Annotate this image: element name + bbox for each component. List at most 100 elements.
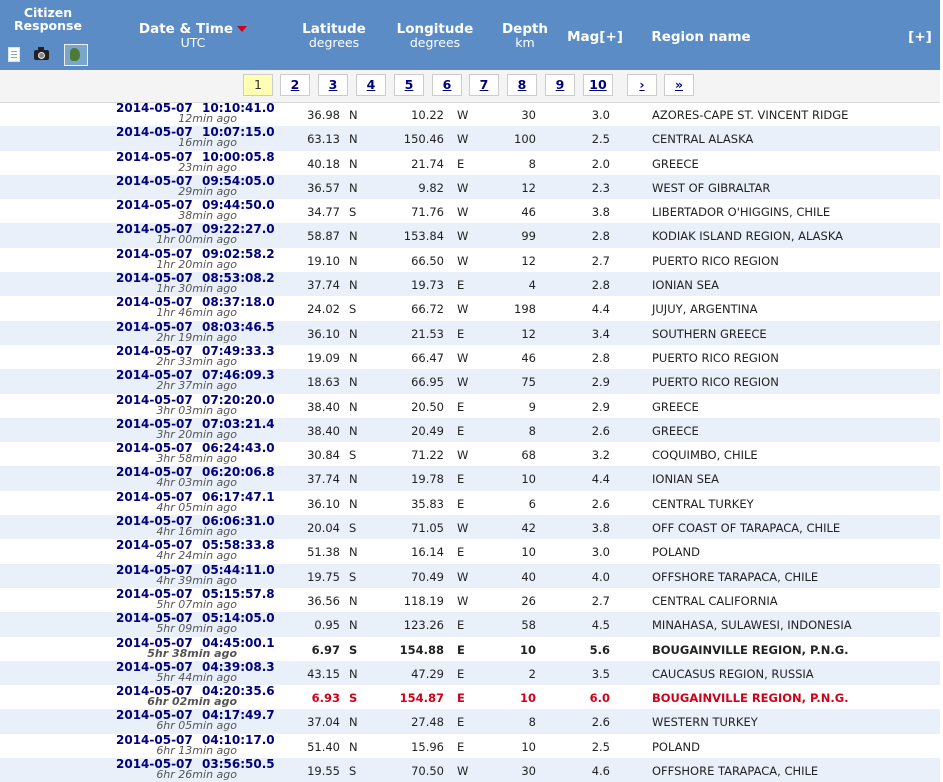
north-south: N: [349, 496, 358, 511]
longitude-value: 19.78: [411, 472, 444, 487]
depth-value: 46: [521, 205, 536, 220]
magnitude-value: 4.4: [591, 472, 610, 487]
next-page-button[interactable]: ›: [627, 74, 657, 96]
region-name: KODIAK ISLAND REGION, ALASKA: [652, 229, 844, 244]
latitude-value: 36.10: [307, 496, 340, 511]
table-row[interactable]: 2014-05-07 08:53:08.2 1hr 30min ago 37.74 N 1…: [0, 272, 940, 297]
expand-columns-button[interactable]: [+]: [900, 30, 940, 44]
page-button-4[interactable]: 4: [356, 74, 386, 96]
table-row[interactable]: 2014-05-07 08:37:18.0 1hr 46min ago 24.02 S 6…: [0, 296, 940, 320]
table-row[interactable]: 2014-05-07 07:49:33.3 2hr 33min ago 19.09 N 6…: [0, 344, 940, 369]
latitude-value: 38.40: [307, 399, 340, 414]
page-button-9[interactable]: 9: [545, 74, 575, 96]
page-button-10[interactable]: 10: [583, 74, 613, 96]
depth-value: 30: [521, 764, 536, 779]
table-row[interactable]: 2014-05-07 08:03:46.5 2hr 19min ago 36.10 N 2…: [0, 320, 940, 345]
magnitude-value: 4.6: [591, 764, 610, 779]
longitude-value: 21.53: [411, 326, 444, 341]
longitude-value: 70.50: [411, 764, 444, 779]
time-ago: 4hr 05min ago: [156, 500, 237, 514]
sort-desc-icon[interactable]: [237, 26, 248, 32]
page-button-7[interactable]: 7: [469, 74, 499, 96]
north-south: N: [349, 180, 358, 195]
table-row[interactable]: 2014-05-07 04:20:35.6 6hr 02min ago 6.93 S 15…: [0, 685, 940, 709]
time-ago: 4hr 24min ago: [156, 549, 237, 563]
table-row[interactable]: 2014-05-07 09:02:58.2 1hr 20min ago 19.10 N 6…: [0, 247, 940, 272]
datetime-column-header[interactable]: Date & Time UTC: [130, 22, 256, 50]
time-ago: 5hr 07min ago: [156, 597, 237, 611]
page-button-5[interactable]: 5: [394, 74, 424, 96]
north-south: S: [349, 764, 357, 779]
magnitude-value: 3.0: [591, 545, 610, 560]
longitude-value: 20.50: [411, 399, 444, 414]
magnitude-column-header[interactable]: Mag[+]: [560, 30, 630, 44]
depth-value: 12: [521, 180, 536, 195]
table-row[interactable]: 2014-05-07 04:45:00.1 5hr 38min ago 6.97 S 15…: [0, 636, 940, 661]
east-west: E: [457, 399, 465, 414]
table-row[interactable]: 2014-05-07 04:39:08.3 5hr 44min ago 43.15 N 4…: [0, 660, 940, 686]
table-row[interactable]: 2014-05-07 06:06:31.0 4hr 16min ago 20.04 S 7…: [0, 515, 940, 540]
depth-value: 10: [519, 691, 536, 706]
time-ago: 6hr 26min ago: [156, 768, 237, 782]
table-row[interactable]: 2014-05-07 09:44:50.0 38min ago 34.77 S 71.76…: [0, 199, 940, 223]
depth-value: 2: [528, 666, 536, 681]
table-row[interactable]: 2014-05-07 05:14:05.0 5hr 09min ago 0.95 N 12…: [0, 612, 940, 637]
table-row[interactable]: 2014-05-07 05:44:11.0 4hr 39min ago 19.75 S 7…: [0, 563, 940, 588]
map-icon[interactable]: [64, 44, 88, 66]
camera-icon[interactable]: [34, 47, 49, 60]
depth-value: 8: [528, 423, 536, 438]
time-ago: 12min ago: [178, 112, 237, 125]
table-row[interactable]: 2014-05-07 06:17:47.1 4hr 05min ago 36.10 N 3…: [0, 490, 940, 515]
time-ago: 4hr 16min ago: [156, 525, 237, 539]
north-south: S: [349, 642, 358, 657]
table-row[interactable]: 2014-05-07 06:20:06.8 4hr 03min ago 37.74 N 1…: [0, 466, 940, 491]
latitude-value: 6.97: [311, 642, 340, 657]
table-row[interactable]: 2014-05-07 09:22:27.0 1hr 00min ago 58.87 N 1…: [0, 223, 940, 248]
page-button-3[interactable]: 3: [318, 74, 348, 96]
table-row[interactable]: 2014-05-07 04:10:17.0 6hr 13min ago 51.40 N 1…: [0, 733, 940, 758]
region-name: GREECE: [652, 399, 699, 414]
table-row[interactable]: 2014-05-07 10:00:05.8 23min ago 40.18 N 21.74…: [0, 150, 940, 175]
time-ago: 2hr 37min ago: [156, 379, 237, 393]
table-row[interactable]: 2014-05-07 07:03:21.4 3hr 20min ago 38.40 N 2…: [0, 417, 940, 443]
table-row[interactable]: 2014-05-07 03:56:50.5 6hr 26min ago 19.55 S 7…: [0, 758, 940, 782]
table-row[interactable]: 2014-05-07 10:10:41.0 12min ago 36.98 N 10.22…: [0, 102, 940, 126]
north-south: N: [349, 375, 358, 390]
magnitude-value: 2.3: [591, 180, 610, 195]
latitude-value: 19.10: [307, 253, 340, 268]
table-row[interactable]: 2014-05-07 05:58:33.8 4hr 24min ago 51.38 N 1…: [0, 539, 940, 563]
east-west: E: [457, 496, 465, 511]
table-row[interactable]: 2014-05-07 06:24:43.0 3hr 58min ago 30.84 S 7…: [0, 442, 940, 466]
page-button-8[interactable]: 8: [507, 74, 537, 96]
region-name: IONIAN SEA: [652, 472, 719, 487]
region-name: JUJUY, ARGENTINA: [652, 302, 758, 317]
table-row[interactable]: 2014-05-07 09:54:05.0 29min ago 36.57 N 9.82 W…: [0, 174, 940, 200]
page-button-1[interactable]: 1: [243, 74, 273, 96]
east-west: E: [457, 691, 465, 706]
table-row[interactable]: 2014-05-07 07:46:09.3 2hr 37min ago 18.63 N 6…: [0, 369, 940, 394]
longitude-value: 35.83: [411, 496, 444, 511]
longitude-value: 47.29: [411, 666, 444, 681]
latitude-value: 40.18: [307, 156, 340, 171]
document-icon[interactable]: [8, 47, 20, 62]
time-ago: 1hr 00min ago: [156, 233, 237, 247]
north-south: S: [349, 302, 357, 317]
longitude-value: 16.14: [411, 545, 444, 560]
longitude-value: 9.82: [418, 180, 444, 195]
magnitude-value: 6.0: [589, 691, 610, 706]
table-row[interactable]: 2014-05-07 04:17:49.7 6hr 05min ago 37.04 N 2…: [0, 709, 940, 734]
time-ago: 2hr 33min ago: [156, 354, 237, 368]
table-row[interactable]: 2014-05-07 10:07:15.0 16min ago 63.13 N 150.4…: [0, 126, 940, 151]
magnitude-value: 2.9: [591, 399, 610, 414]
north-south: N: [349, 399, 358, 414]
page-button-2[interactable]: 2: [280, 74, 310, 96]
longitude-value: 21.74: [411, 156, 444, 171]
page-button-6[interactable]: 6: [432, 74, 462, 96]
region-name: CENTRAL CALIFORNIA: [652, 593, 778, 608]
depth-value: 100: [514, 132, 536, 147]
table-row[interactable]: 2014-05-07 07:20:20.0 3hr 03min ago 38.40 N 2…: [0, 393, 940, 418]
table-row[interactable]: 2014-05-07 05:15:57.8 5hr 07min ago 36.56 N 1…: [0, 587, 940, 612]
last-page-button[interactable]: »: [664, 74, 694, 96]
latitude-value: 36.56: [307, 593, 340, 608]
north-south: S: [349, 569, 357, 584]
